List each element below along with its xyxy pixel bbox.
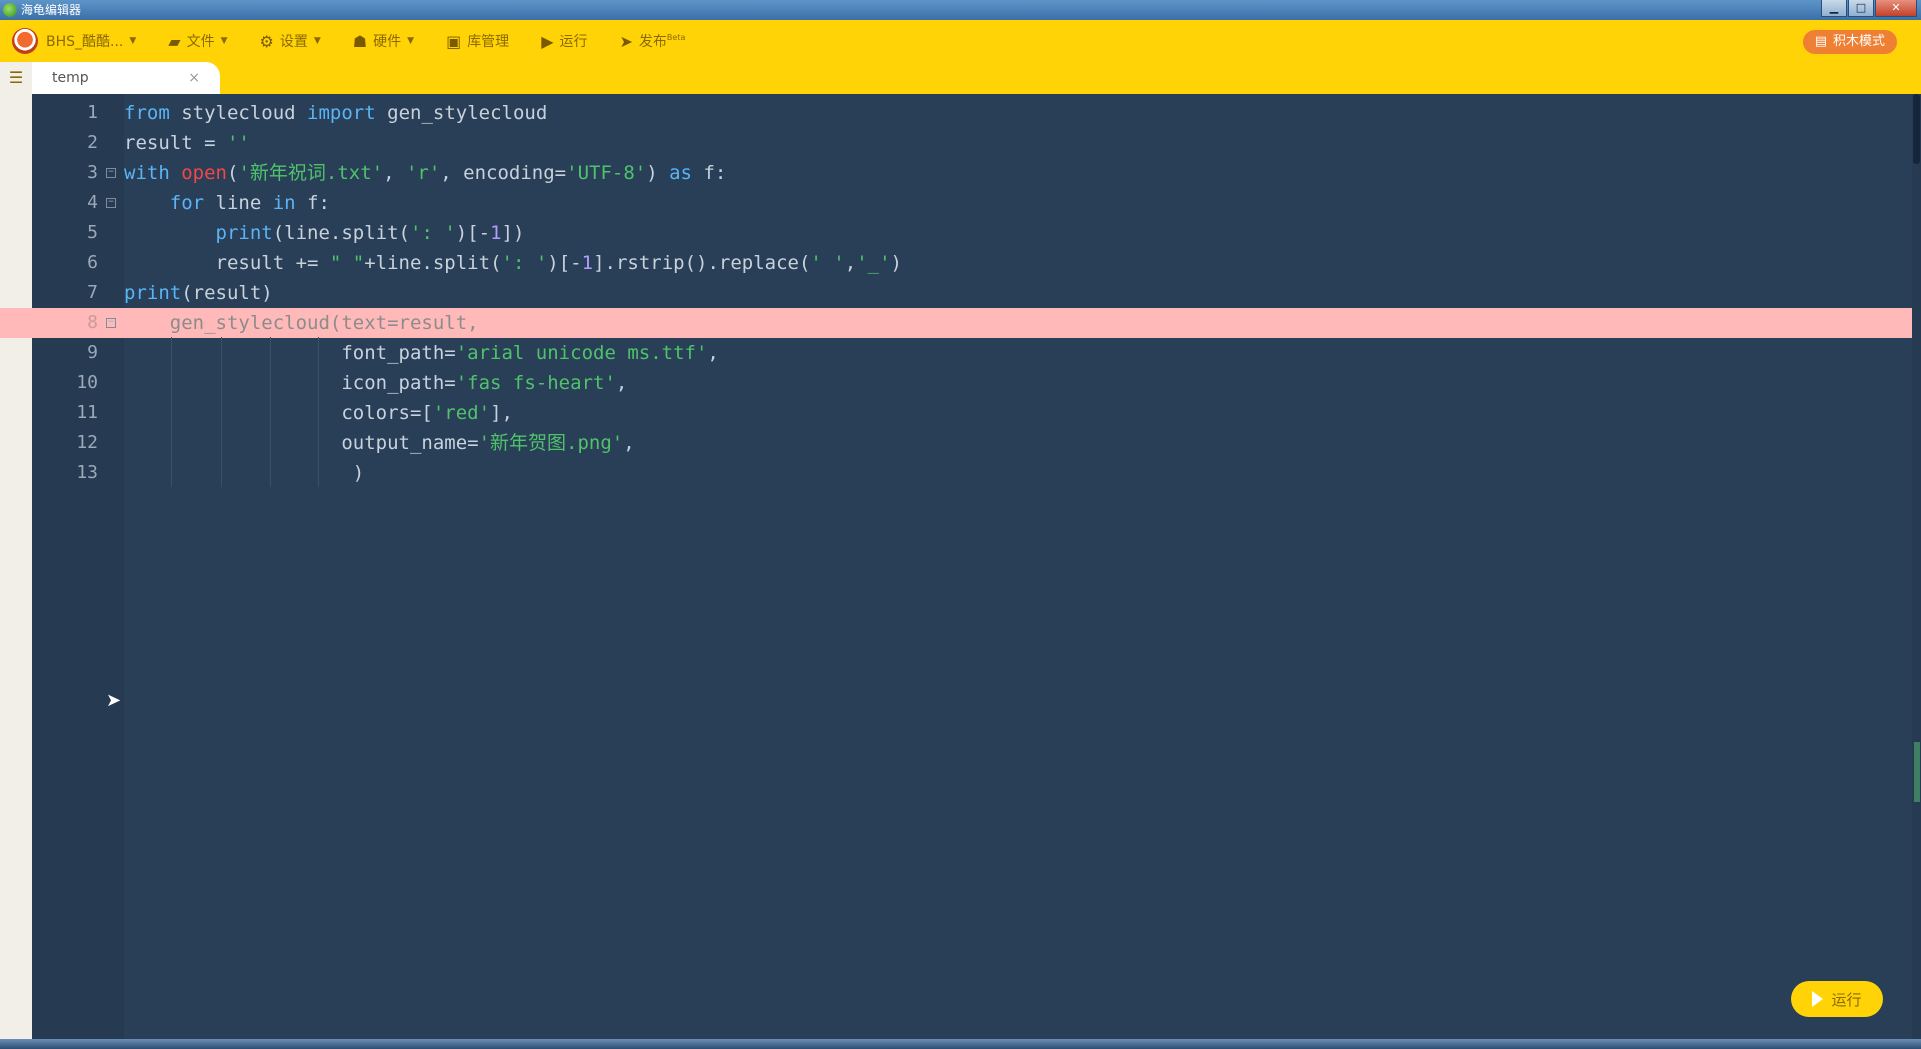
line-number: 2 [87, 132, 98, 153]
file-menu-label: 文件 [186, 34, 215, 50]
line-number: 4 [87, 192, 98, 213]
code-text: gen_stylecloud(text=result, [124, 312, 479, 334]
settings-menu[interactable]: ⚙ 设置 ▼ [260, 31, 321, 51]
code-text: print(result) [124, 282, 273, 304]
code-text: from stylecloud import gen_stylecloud [124, 102, 548, 124]
chevron-down-icon: ▼ [220, 36, 228, 46]
code-line[interactable]: 5 print(line.split(': ')[-1]) [0, 218, 1918, 248]
turtle-app-icon [3, 3, 17, 17]
line-number: 3 [87, 162, 98, 183]
chevron-down-icon: ▼ [129, 36, 137, 46]
close-tab-icon[interactable]: × [188, 62, 200, 94]
publish-label: 发布 [638, 34, 667, 50]
fold-toggle-icon[interactable]: − [106, 168, 116, 178]
toolbar-run-button[interactable]: ▶ 运行 [541, 31, 587, 51]
line-number: 5 [87, 222, 98, 243]
turtle-logo-icon[interactable] [12, 28, 38, 54]
run-button-label: 运行 [1831, 990, 1862, 1009]
code-text: output_name='新年贺图.png', [124, 432, 635, 454]
folder-icon: ▰ [168, 31, 181, 51]
play-circle-icon: ▶ [541, 31, 554, 51]
run-button[interactable]: 运行 [1791, 981, 1883, 1017]
code-line[interactable]: 13 ) [0, 458, 1918, 488]
code-line[interactable]: 10 icon_path='fas fs-heart', [0, 368, 1918, 398]
library-manager-label: 库管理 [467, 34, 510, 50]
blocks-mode-label: 积木模式 [1832, 34, 1885, 49]
line-number: 11 [76, 402, 98, 423]
code-line[interactable]: 1 from stylecloud import gen_stylecloud [0, 98, 1918, 128]
code-line[interactable]: 7 print(result) [0, 278, 1918, 308]
robot-icon: ☗ [352, 31, 368, 51]
code-text: print(line.split(': ')[-1]) [215, 222, 525, 244]
settings-menu-label: 设置 [279, 34, 308, 50]
indent-guide [221, 337, 222, 487]
play-icon [1812, 991, 1824, 1007]
hardware-menu-label: 硬件 [373, 34, 402, 50]
code-line[interactable]: 8− gen_stylecloud(text=result, [0, 308, 1918, 338]
blocks-mode-button[interactable]: ▤ 积木模式 [1802, 30, 1897, 54]
vertical-scrollbar[interactable] [1912, 94, 1921, 1039]
gear-icon: ⚙ [259, 31, 274, 51]
indent-guide [171, 337, 172, 487]
account-name: BHS_酷酷... [46, 34, 124, 50]
code-line[interactable]: 11 colors=['red'], [0, 398, 1918, 428]
tab-label: temp [52, 70, 89, 86]
file-menu[interactable]: ▰ 文件 ▼ [168, 31, 227, 51]
chevron-down-icon: ▼ [407, 36, 415, 46]
line-number: 12 [76, 432, 98, 453]
inbox-icon: ▣ [446, 31, 462, 51]
close-window-button[interactable]: ✕ [1875, 0, 1917, 17]
tab-bar: ☰ temp × [0, 62, 1921, 94]
tab-temp[interactable]: temp × [32, 62, 220, 94]
mouse-cursor-icon: ➤ [106, 690, 122, 711]
code-text: result += " "+line.split(': ')[-1].rstri… [124, 252, 902, 274]
maximize-button[interactable]: □ [1848, 0, 1874, 17]
line-number: 7 [87, 282, 98, 303]
code-text: font_path='arial unicode ms.ttf', [124, 342, 719, 364]
code-text: ) [124, 462, 365, 484]
code-text: result = '' [124, 132, 250, 154]
hamburger-menu-icon[interactable]: ☰ [0, 62, 32, 94]
paper-plane-icon: ➤ [619, 31, 633, 51]
minimize-button[interactable]: ▁ [1821, 0, 1847, 17]
code-text: with open('新年祝词.txt', 'r', encoding='UTF… [124, 162, 727, 184]
line-number: 8 [87, 312, 98, 333]
window-controls: ▁ □ ✕ [1821, 0, 1917, 19]
code-line[interactable]: 6 result += " "+line.split(': ')[-1].rst… [0, 248, 1918, 278]
fold-toggle-icon[interactable]: − [106, 198, 116, 208]
line-number: 13 [76, 462, 98, 483]
library-manager-button[interactable]: ▣ 库管理 [446, 31, 509, 51]
publish-button[interactable]: ➤ 发布 Beta [620, 31, 686, 51]
code-text: for line in f: [169, 192, 330, 214]
line-number: 1 [87, 102, 98, 123]
code-line[interactable]: 2 result = '' [0, 128, 1918, 158]
chevron-down-icon: ▼ [313, 36, 321, 46]
main-toolbar: BHS_酷酷... ▼ ▰ 文件 ▼ ⚙ 设置 ▼ ☗ 硬件 ▼ ▣ 库管理 ▶… [0, 20, 1921, 62]
account-menu[interactable]: BHS_酷酷... ▼ [46, 31, 136, 51]
code-line[interactable]: 12 output_name='新年贺图.png', [0, 428, 1918, 458]
toolbar-run-label: 运行 [559, 34, 588, 50]
beta-badge: Beta [666, 32, 686, 42]
hardware-menu[interactable]: ☗ 硬件 ▼ [353, 31, 414, 51]
indent-guide [318, 337, 319, 487]
os-taskbar [0, 1039, 1921, 1049]
code-line[interactable]: 3− with open('新年祝词.txt', 'r', encoding='U… [0, 158, 1918, 188]
fold-toggle-icon[interactable]: − [106, 318, 116, 328]
scrollbar-thumb[interactable] [1913, 94, 1920, 164]
code-text: icon_path='fas fs-heart', [124, 372, 628, 394]
line-number: 9 [87, 342, 98, 363]
window-title-bar: 海龟编辑器 ▁ □ ✕ [0, 0, 1921, 20]
code-line[interactable]: 9 font_path='arial unicode ms.ttf', [0, 338, 1918, 368]
line-number: 6 [87, 252, 98, 273]
window-title: 海龟编辑器 [21, 3, 82, 17]
blocks-icon: ▤ [1814, 34, 1827, 49]
scroll-marker [1914, 742, 1920, 802]
code-line[interactable]: 4− for line in f: [0, 188, 1918, 218]
indent-guide [270, 337, 271, 487]
line-number: 10 [76, 372, 98, 393]
